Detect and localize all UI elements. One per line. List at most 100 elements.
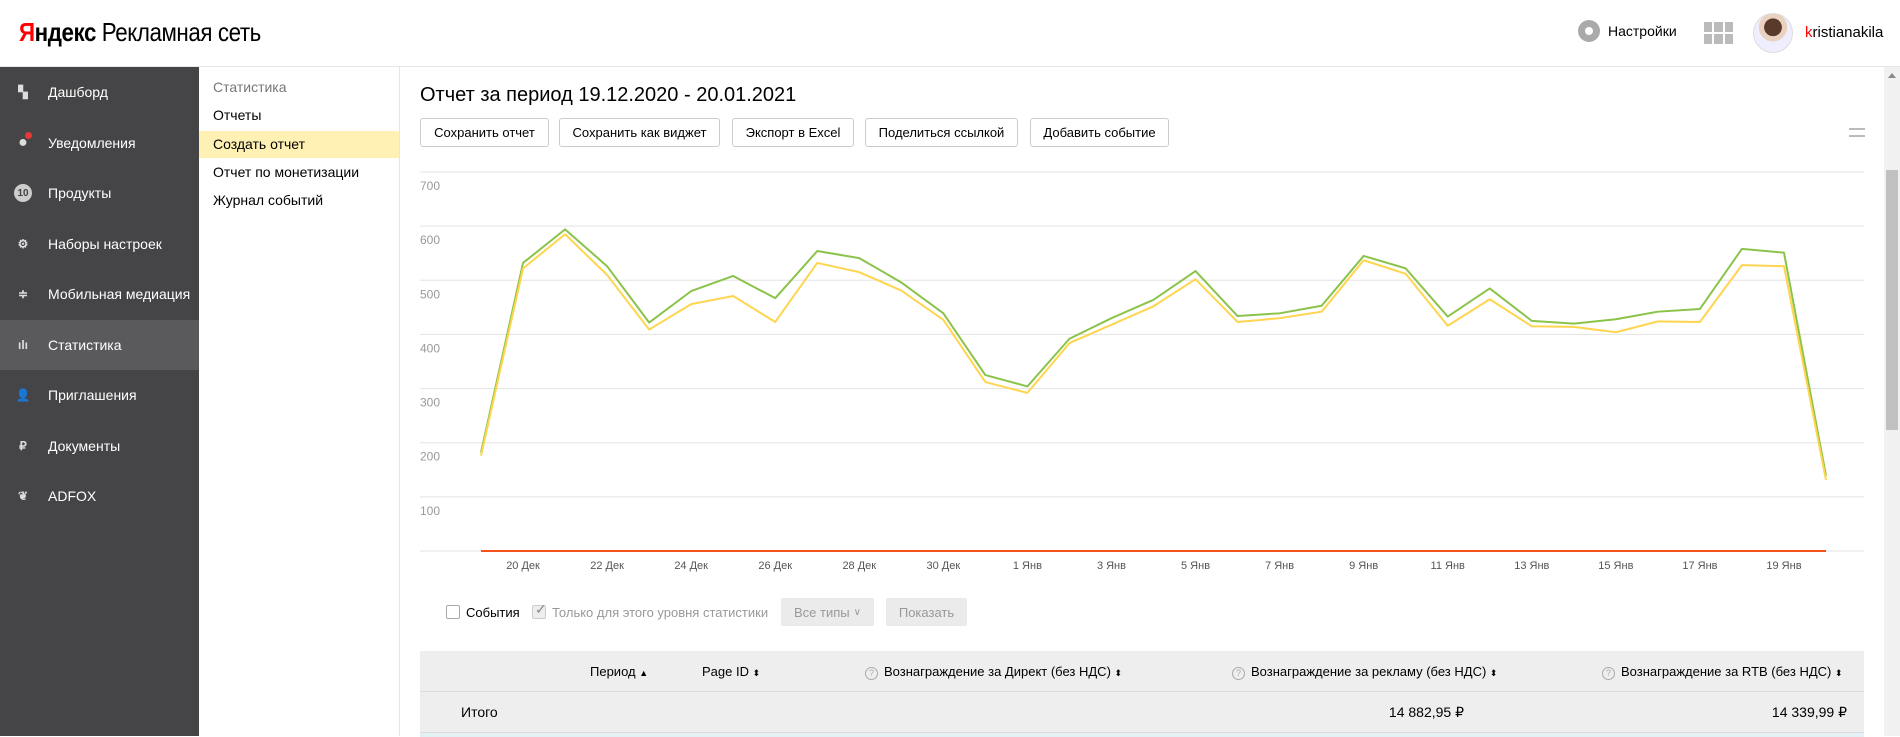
chart-settings-icon[interactable]	[1849, 124, 1865, 140]
sidebar-item-label: Приглашения	[48, 387, 137, 403]
sidebar-item-label: Уведомления	[48, 135, 136, 151]
line-chart: 100 200 300 400 500 600 700 20 Дек 22 Дек 24 Дек 2…	[400, 160, 1870, 580]
sidebar-item-label: ADFOX	[48, 488, 96, 504]
x-tick-label: 26 Дек	[758, 560, 792, 572]
column-rtb-reward[interactable]: ?Вознаграждение за RTB (без НДС) ⬍	[1602, 664, 1843, 680]
table-row-total: Итого 14 882,95 ₽ 14 339,99 ₽	[420, 692, 1864, 733]
add-event-button[interactable]: Добавить событие	[1030, 118, 1169, 147]
notification-bulb-icon: ●	[14, 134, 32, 152]
event-types-select[interactable]: Все типы∨	[781, 598, 874, 626]
settings-label: Настройки	[1608, 23, 1677, 39]
page-title: Отчет за период 19.12.2020 - 20.01.2021	[420, 84, 796, 107]
subnav-item-reports[interactable]: Отчеты	[199, 102, 399, 129]
column-direct-reward[interactable]: ?Вознаграждение за Директ (без НДС) ⬍	[865, 664, 1122, 680]
y-tick-label: 200	[420, 450, 440, 464]
sidebar-item-7[interactable]: ₽ Документы	[0, 421, 199, 472]
sidebar-item-label: Мобильная медиация	[48, 286, 190, 302]
y-tick-label: 500	[420, 287, 440, 301]
x-tick-label: 19 Янв	[1766, 560, 1801, 572]
sort-asc-icon: ▲	[639, 668, 648, 678]
y-tick-label: 100	[420, 504, 440, 518]
show-button[interactable]: Показать	[886, 598, 967, 626]
sub-navigation: Статистика Отчеты Создать отчет Отчет по…	[199, 67, 400, 736]
subnav-item-monetization-report[interactable]: Отчет по монетизации	[199, 159, 399, 186]
check-icon: ✓	[532, 605, 546, 619]
sidebar-item-5[interactable]: ılı Статистика	[0, 320, 199, 371]
sidebar: ▚ Дашборд ● Уведомления 10 Продукты ⚙ Наборы на…	[0, 67, 199, 736]
avatar[interactable]	[1753, 13, 1793, 53]
gear-icon	[1578, 20, 1600, 42]
sidebar-item-1[interactable]: ● Уведомления	[0, 118, 199, 169]
x-tick-label: 13 Янв	[1514, 560, 1549, 572]
series-line-0	[481, 229, 1826, 475]
username-link[interactable]: kristianakila	[1805, 24, 1883, 41]
level-only-checkbox[interactable]: ✓ Только для этого уровня статистики	[532, 598, 768, 626]
sort-icon: ⬍	[1835, 668, 1843, 678]
x-tick-label: 20 Дек	[506, 560, 540, 572]
help-icon: ?	[865, 667, 878, 680]
subnav-item-create-report[interactable]: Создать отчет	[199, 131, 399, 158]
sidebar-item-2[interactable]: 10 Продукты	[0, 168, 199, 219]
apps-grid-icon[interactable]	[1704, 22, 1733, 44]
sidebar-item-label: Статистика	[48, 337, 122, 353]
x-tick-label: 17 Янв	[1682, 560, 1717, 572]
mediation-icon: ≑	[14, 285, 32, 303]
sidebar-item-label: Документы	[48, 438, 120, 454]
total-label: Итого	[461, 704, 498, 720]
sidebar-item-label: Дашборд	[48, 84, 108, 100]
y-tick-label: 300	[420, 396, 440, 410]
sort-icon: ⬍	[1490, 668, 1498, 678]
table-row	[420, 733, 1864, 737]
sidebar-item-label: Наборы настроек	[48, 236, 162, 252]
x-tick-label: 1 Янв	[1013, 560, 1042, 572]
x-tick-label: 24 Дек	[674, 560, 708, 572]
total-ads-reward: 14 882,95 ₽	[1389, 704, 1464, 721]
invite-user-icon: 👤	[14, 386, 32, 404]
column-page-id[interactable]: Page ID ⬍	[702, 664, 760, 679]
table-header: Период ▲ Page ID ⬍ ?Вознаграждение за Ди…	[420, 651, 1864, 692]
chevron-down-icon: ∨	[854, 607, 861, 618]
x-tick-label: 3 Янв	[1097, 560, 1126, 572]
save-as-widget-button[interactable]: Сохранить как виджет	[559, 118, 720, 147]
yandex-logo[interactable]: Яндекс Рекламная сеть	[19, 17, 261, 48]
sidebar-item-0[interactable]: ▚ Дашборд	[0, 67, 199, 118]
products-badge-icon: 10	[14, 184, 32, 202]
y-tick-label: 600	[420, 233, 440, 247]
scrollbar-thumb[interactable]	[1886, 170, 1898, 430]
x-tick-label: 9 Янв	[1349, 560, 1378, 572]
sidebar-item-3[interactable]: ⚙ Наборы настроек	[0, 219, 199, 270]
y-tick-label: 400	[420, 341, 440, 355]
sort-icon: ⬍	[753, 668, 761, 678]
sidebar-item-6[interactable]: 👤 Приглашения	[0, 370, 199, 421]
statistics-icon: ılı	[14, 336, 32, 354]
column-period[interactable]: Период ▲	[590, 664, 648, 679]
y-tick-label: 700	[420, 179, 440, 193]
settings-set-icon: ⚙	[14, 235, 32, 253]
scrollbar[interactable]	[1884, 67, 1900, 736]
column-ads-reward[interactable]: ?Вознаграждение за рекламу (без НДС) ⬍	[1232, 664, 1497, 680]
sidebar-item-8[interactable]: ❦ ADFOX	[0, 471, 199, 522]
x-tick-label: 5 Янв	[1181, 560, 1210, 572]
total-rtb-reward: 14 339,99 ₽	[1772, 704, 1847, 721]
x-tick-label: 15 Янв	[1598, 560, 1633, 572]
scroll-up-icon	[1888, 73, 1896, 78]
sidebar-item-4[interactable]: ≑ Мобильная медиация	[0, 269, 199, 320]
x-tick-label: 22 Дек	[590, 560, 624, 572]
adfox-icon: ❦	[14, 487, 32, 505]
help-icon: ?	[1232, 667, 1245, 680]
events-checkbox-box[interactable]	[446, 605, 460, 619]
dashboard-icon: ▚	[14, 83, 32, 101]
document-ruble-icon: ₽	[14, 437, 32, 455]
save-report-button[interactable]: Сохранить отчет	[420, 118, 549, 147]
top-header: Яндекс Рекламная сеть Настройки kristian…	[0, 0, 1900, 67]
subnav-item-event-log[interactable]: Журнал событий	[199, 187, 399, 214]
events-checkbox[interactable]: События	[446, 598, 520, 626]
x-tick-label: 11 Янв	[1431, 560, 1465, 572]
sidebar-item-label: Продукты	[48, 185, 111, 201]
help-icon: ?	[1602, 667, 1615, 680]
export-excel-button[interactable]: Экспорт в Excel	[732, 118, 854, 147]
sort-icon: ⬍	[1115, 668, 1123, 678]
share-link-button[interactable]: Поделиться ссылкой	[865, 118, 1018, 147]
settings-link[interactable]: Настройки	[1578, 20, 1677, 42]
x-tick-label: 28 Дек	[842, 560, 876, 572]
